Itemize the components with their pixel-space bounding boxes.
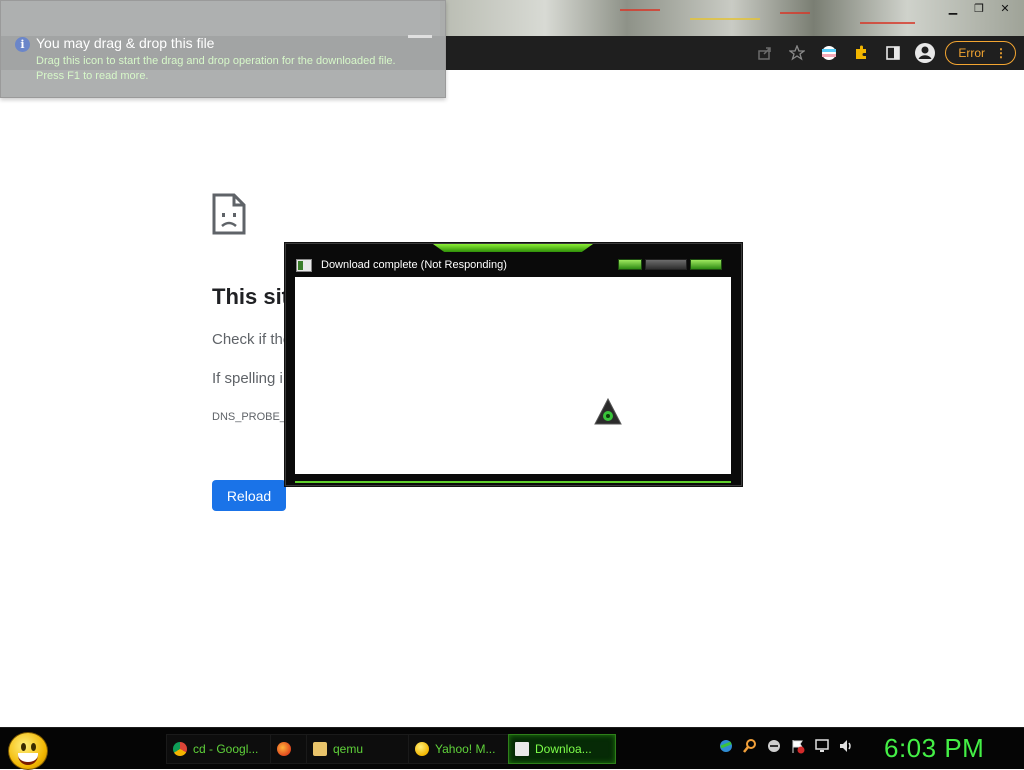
flag-extension-icon[interactable]: [813, 36, 845, 70]
tooltip-close-icon[interactable]: [408, 35, 432, 38]
sad-page-icon: [212, 193, 246, 239]
dialog-minimize-button[interactable]: [618, 259, 642, 270]
window-app-icon: [296, 259, 312, 272]
status-icon[interactable]: [766, 738, 782, 754]
drag-drop-tooltip: i You may drag & drop this file Drag thi…: [0, 0, 446, 98]
yahoo-messenger-icon: [415, 742, 429, 756]
busy-cursor-icon: [593, 397, 623, 431]
window-bottom-glow: [295, 481, 731, 483]
window-client-area: [295, 277, 731, 474]
window-title-controls: [618, 259, 722, 270]
action-center-flag-icon[interactable]: [790, 738, 806, 754]
firefox-icon: [277, 742, 291, 756]
error-button[interactable]: Error ⋮: [945, 41, 1016, 65]
taskbar-item-label: Yahoo! M...: [435, 742, 496, 756]
taskbar-item-chrome[interactable]: cd - Googl...: [166, 734, 272, 764]
network-icon[interactable]: [814, 738, 830, 754]
desktop-wallpaper-strip: ▁ ❐ ✕: [440, 0, 1024, 36]
taskbar-item-label: cd - Googl...: [193, 742, 259, 756]
window-controls: ▁ ❐ ✕: [942, 0, 1016, 16]
start-button[interactable]: [8, 732, 48, 770]
error-code: DNS_PROBE_: [212, 411, 286, 423]
info-icon: i: [15, 37, 30, 52]
dialog-maximize-button[interactable]: [645, 259, 687, 270]
search-icon[interactable]: [742, 738, 758, 754]
more-menu-icon[interactable]: ⋮: [995, 46, 1007, 60]
download-complete-window[interactable]: Download complete (Not Responding): [285, 243, 742, 486]
close-button[interactable]: ✕: [994, 0, 1016, 16]
minimize-button[interactable]: ▁: [942, 0, 964, 16]
tooltip-description: Drag this icon to start the drag and dro…: [36, 55, 396, 67]
share-icon[interactable]: [749, 36, 781, 70]
reload-button[interactable]: Reload: [212, 480, 286, 511]
folder-icon: [313, 742, 327, 756]
error-spelling-text: If spelling i: [212, 370, 283, 387]
chrome-icon: [173, 742, 187, 756]
taskbar-clock[interactable]: 6:03 PM: [884, 733, 984, 764]
dialog-close-button[interactable]: [690, 259, 722, 270]
title-glow-decoration: [433, 244, 593, 252]
taskbar-item-download[interactable]: Downloa...: [508, 734, 616, 764]
error-page-title: This sit: [212, 284, 290, 309]
tooltip-title: You may drag & drop this file: [36, 35, 215, 51]
profile-avatar-icon[interactable]: [909, 36, 941, 70]
download-window-icon: [515, 742, 529, 756]
bookmark-star-icon[interactable]: [781, 36, 813, 70]
error-button-label: Error: [958, 46, 985, 60]
side-panel-icon[interactable]: [877, 36, 909, 70]
system-tray: [718, 738, 854, 754]
taskbar-item-yahoo-messenger[interactable]: Yahoo! M...: [408, 734, 514, 764]
taskbar-item-label: qemu: [333, 742, 364, 756]
taskbar: cd - Googl... qemu Yahoo! M... Downloa..…: [0, 727, 1024, 770]
taskbar-item-qemu[interactable]: qemu: [306, 734, 410, 764]
network-globe-icon[interactable]: [718, 738, 734, 754]
tooltip-help-text: Press F1 to read more.: [36, 70, 149, 82]
extensions-puzzle-icon[interactable]: [845, 36, 877, 70]
restore-button[interactable]: ❐: [968, 0, 990, 16]
volume-icon[interactable]: [838, 738, 854, 754]
error-check-text: Check if the: [212, 331, 292, 348]
taskbar-item-label: Downloa...: [535, 742, 592, 756]
window-title: Download complete (Not Responding): [321, 259, 507, 271]
